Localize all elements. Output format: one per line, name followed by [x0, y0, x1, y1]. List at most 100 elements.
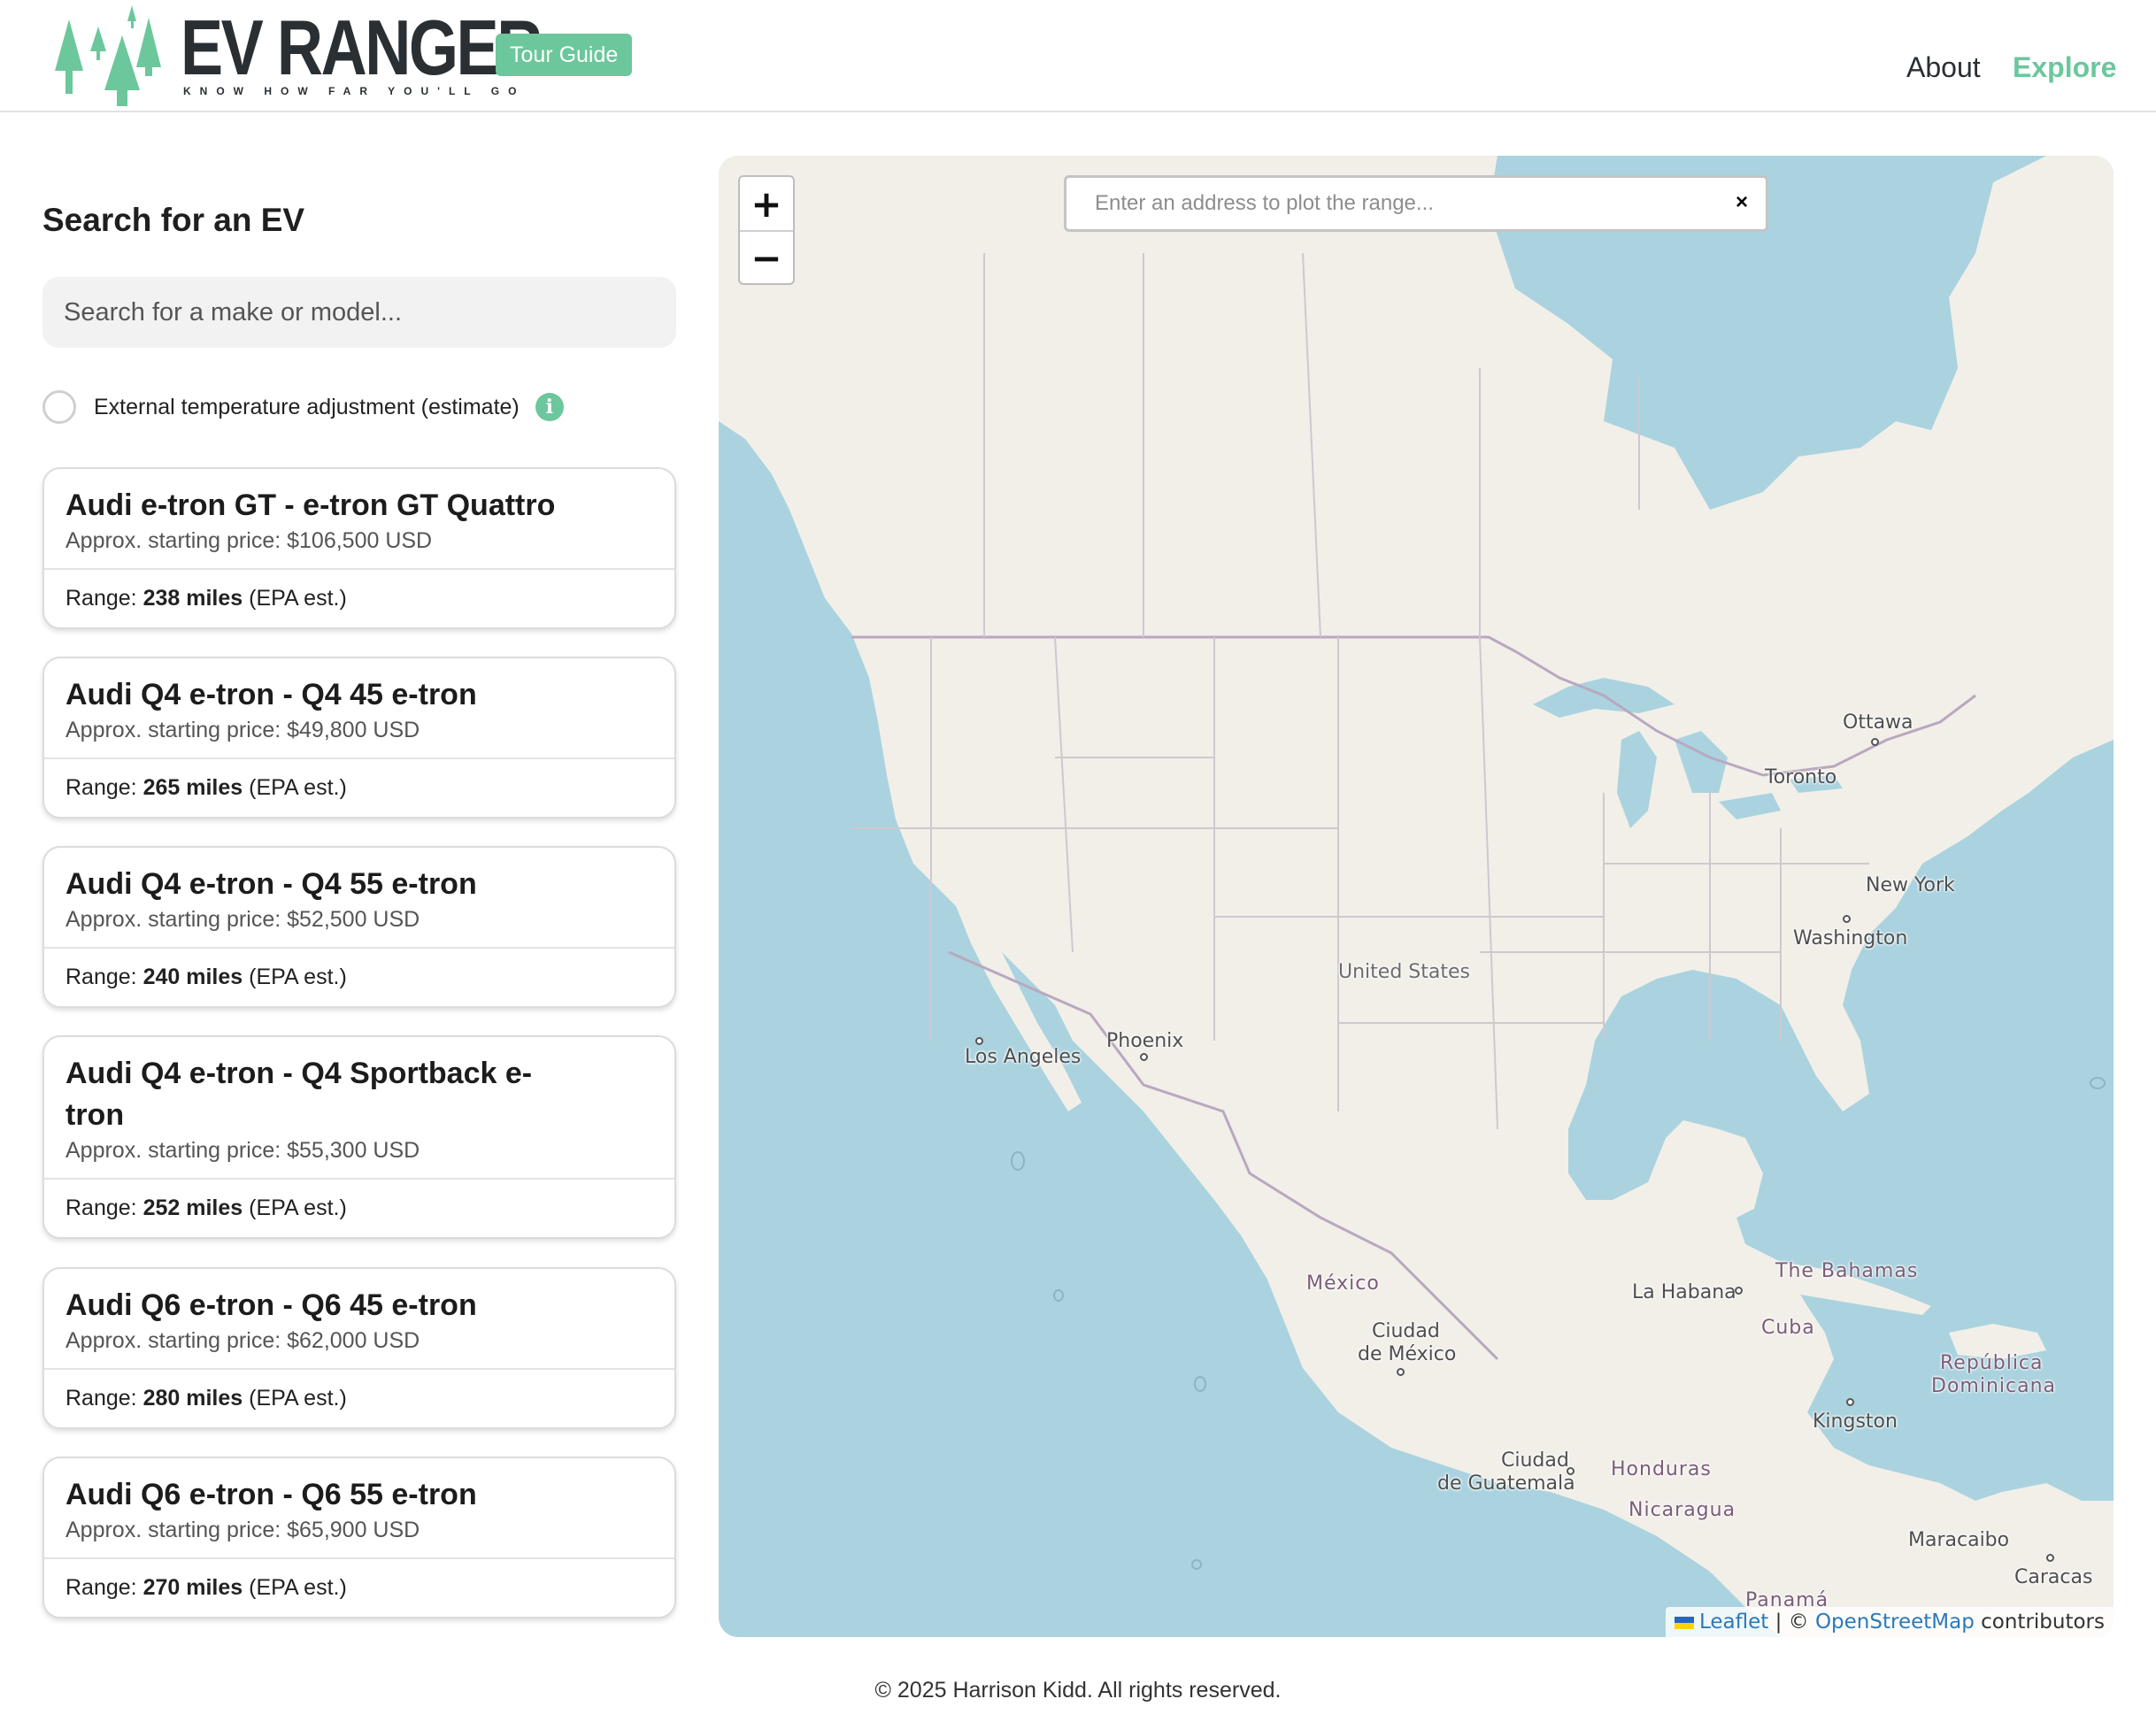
- ev-card-header: Audi Q4 e-tron - Q4 Sportback e-tron App…: [44, 1037, 674, 1180]
- brand-tagline: KNOW HOW FAR YOU'LL GO: [183, 85, 526, 97]
- city-marker-icon: [975, 1037, 983, 1045]
- range-prefix: Range:: [65, 1386, 137, 1411]
- map-label-maracaibo: Maracaibo: [1908, 1529, 2010, 1551]
- zoom-out-button[interactable]: −: [740, 230, 793, 283]
- map-label-ciudad-mexico: Ciudad: [1372, 1320, 1440, 1342]
- map-label-kingston: Kingston: [1813, 1411, 1898, 1433]
- attribution-separator: | ©: [1775, 1611, 1809, 1634]
- ev-card-header: Audi Q6 e-tron - Q6 45 e-tron Approx. st…: [44, 1269, 674, 1370]
- range-prefix: Range:: [65, 965, 137, 989]
- city-marker-icon: [1871, 738, 1879, 746]
- map-label-new-york: New York: [1866, 874, 1955, 896]
- range-prefix: Range:: [65, 775, 137, 800]
- ev-card-range: Range: 265 miles (EPA est.): [44, 759, 674, 817]
- map-label-los-angeles: Los Angeles: [965, 1046, 1082, 1068]
- ev-card-title: Audi Q6 e-tron - Q6 55 e-tron: [65, 1478, 477, 1511]
- ev-card-header: Audi Q4 e-tron - Q4 45 e-tron Approx. st…: [44, 658, 674, 759]
- ev-card-title: Audi Q6 e-tron - Q6 45 e-tron: [65, 1288, 477, 1322]
- ev-card-title: Audi Q4 e-tron - Q4 Sportback e-tron: [65, 1057, 533, 1132]
- map-label-de-guatemala: de Guatemala: [1437, 1472, 1575, 1495]
- temperature-adjustment-label: External temperature adjustment (estimat…: [94, 394, 520, 419]
- temperature-adjustment-radio[interactable]: [42, 390, 76, 424]
- map-label-honduras: Honduras: [1611, 1458, 1712, 1480]
- nav-about-link[interactable]: About: [1906, 51, 1981, 84]
- zoom-in-button[interactable]: +: [740, 177, 793, 230]
- footer-copyright: © 2025 Harrison Kidd. All rights reserve…: [874, 1678, 1282, 1703]
- zoom-control: + −: [738, 175, 795, 285]
- ev-card-range: Range: 240 miles (EPA est.): [44, 949, 674, 1006]
- ev-card-price: Approx. starting price: $55,300 USD: [65, 1138, 420, 1163]
- city-marker-icon: [1140, 1053, 1148, 1061]
- ev-card-range: Range: 270 miles (EPA est.): [44, 1559, 674, 1617]
- pine-trees-logo-icon: [55, 5, 161, 106]
- city-marker-icon: [1843, 915, 1851, 923]
- ev-card-title: Audi Q4 e-tron - Q4 45 e-tron: [65, 678, 477, 711]
- address-input[interactable]: [1066, 178, 1686, 229]
- city-marker-icon: [2046, 1554, 2054, 1562]
- ev-card-range: Range: 280 miles (EPA est.): [44, 1370, 674, 1427]
- map-label-ottawa: Ottawa: [1843, 711, 1913, 734]
- map-label-united-states: United States: [1338, 961, 1470, 983]
- range-prefix: Range:: [65, 586, 137, 611]
- map-label-la-habana: La Habana: [1632, 1281, 1736, 1303]
- map-label-de-mexico: de México: [1358, 1343, 1457, 1365]
- map-label-toronto: Toronto: [1765, 766, 1837, 788]
- city-marker-icon: [1735, 1287, 1743, 1295]
- ev-card-header: Audi Q6 e-tron - Q6 55 e-tron Approx. st…: [44, 1458, 674, 1559]
- map-label-dominicana: Dominicana: [1931, 1375, 2057, 1397]
- ev-card-title: Audi e-tron GT - e-tron GT Quattro: [65, 488, 556, 522]
- ev-card[interactable]: Audi Q4 e-tron - Q4 Sportback e-tron App…: [42, 1035, 676, 1239]
- range-value: 252 miles: [142, 1195, 243, 1220]
- leaflet-link[interactable]: Leaflet: [1699, 1611, 1768, 1634]
- city-marker-icon: [1397, 1368, 1405, 1376]
- map-label-mexico: México: [1306, 1272, 1380, 1295]
- ev-card[interactable]: Audi Q6 e-tron - Q6 45 e-tron Approx. st…: [42, 1267, 676, 1429]
- openstreetmap-link[interactable]: OpenStreetMap: [1815, 1611, 1975, 1634]
- range-suffix: (EPA est.): [249, 586, 347, 611]
- map-label-cuba: Cuba: [1761, 1317, 1815, 1339]
- ev-card-title: Audi Q4 e-tron - Q4 55 e-tron: [65, 867, 477, 901]
- brand-name: EV RANGER: [181, 4, 543, 91]
- ev-card-price: Approx. starting price: $106,500 USD: [65, 528, 433, 553]
- range-value: 265 miles: [142, 775, 243, 800]
- ev-card-header: Audi e-tron GT - e-tron GT Quattro Appro…: [44, 469, 674, 570]
- ev-card-range: Range: 238 miles (EPA est.): [44, 570, 674, 627]
- range-value: 240 miles: [142, 965, 243, 989]
- city-marker-icon: [1567, 1467, 1575, 1475]
- range-value: 280 miles: [142, 1386, 243, 1411]
- range-prefix: Range:: [65, 1575, 137, 1600]
- range-suffix: (EPA est.): [249, 1195, 347, 1220]
- address-search-box: ×: [1064, 175, 1768, 232]
- tour-guide-button[interactable]: Tour Guide: [496, 34, 633, 76]
- map-label-washington: Washington: [1793, 927, 1908, 949]
- map-label-caracas: Caracas: [2014, 1566, 2093, 1588]
- ev-card[interactable]: Audi Q6 e-tron - Q6 55 e-tron Approx. st…: [42, 1457, 676, 1618]
- map-label-bahamas: The Bahamas: [1775, 1260, 1919, 1282]
- clear-address-icon[interactable]: ×: [1736, 190, 1748, 215]
- sidebar-title: Search for an EV: [42, 202, 305, 238]
- nav-explore-link[interactable]: Explore: [2013, 51, 2116, 84]
- map-tiles[interactable]: [719, 156, 2114, 1637]
- range-value: 238 miles: [142, 586, 243, 611]
- map-label-nicaragua: Nicaragua: [1629, 1499, 1736, 1521]
- ev-card-header: Audi Q4 e-tron - Q4 55 e-tron Approx. st…: [44, 848, 674, 949]
- ukraine-flag-icon: [1674, 1617, 1694, 1629]
- map-label-phoenix: Phoenix: [1106, 1030, 1184, 1052]
- range-suffix: (EPA est.): [249, 1386, 347, 1411]
- range-map[interactable]: + − × Ottawa Toronto New York Washington…: [719, 156, 2114, 1637]
- ev-search-input[interactable]: [42, 277, 676, 348]
- info-icon[interactable]: i: [535, 393, 564, 421]
- ev-card[interactable]: Audi e-tron GT - e-tron GT Quattro Appro…: [42, 467, 676, 629]
- temperature-adjustment-row: External temperature adjustment (estimat…: [42, 389, 564, 425]
- city-marker-icon: [1846, 1398, 1854, 1406]
- top-navbar: EV RANGER KNOW HOW FAR YOU'LL GO Tour Gu…: [0, 0, 2156, 112]
- range-suffix: (EPA est.): [249, 965, 347, 989]
- range-suffix: (EPA est.): [249, 775, 347, 800]
- map-attribution: Leaflet | © OpenStreetMap contributors: [1665, 1607, 2114, 1637]
- ev-card[interactable]: Audi Q4 e-tron - Q4 45 e-tron Approx. st…: [42, 657, 676, 819]
- range-value: 270 miles: [142, 1575, 243, 1600]
- ev-card[interactable]: Audi Q4 e-tron - Q4 55 e-tron Approx. st…: [42, 846, 676, 1008]
- range-suffix: (EPA est.): [249, 1575, 347, 1600]
- map-label-republica: República: [1940, 1352, 2044, 1374]
- ev-card-price: Approx. starting price: $52,500 USD: [65, 907, 420, 932]
